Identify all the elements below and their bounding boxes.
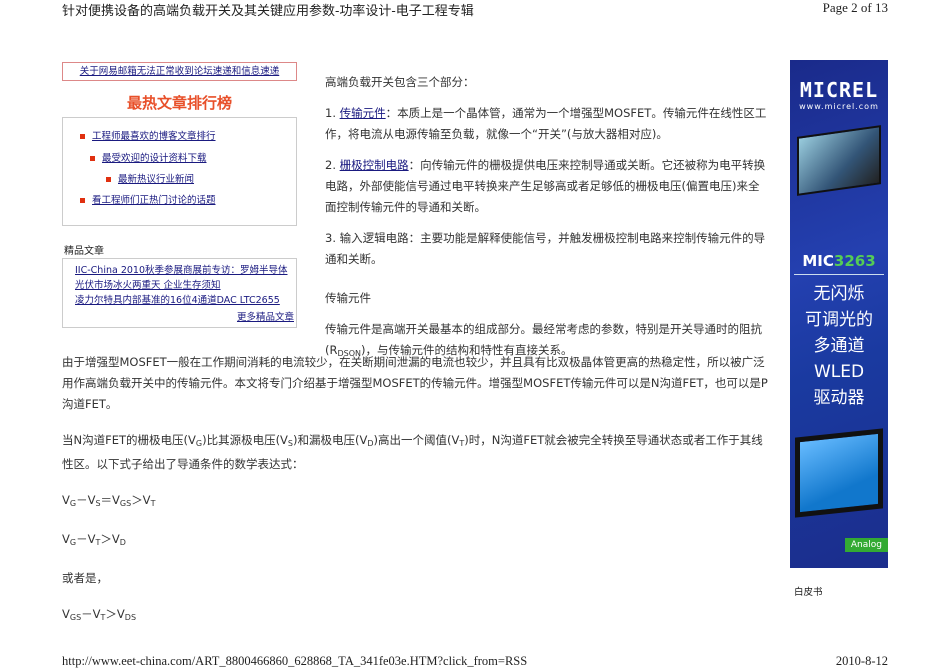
text-segment: ＞V bbox=[105, 607, 125, 621]
text-segment: －V bbox=[76, 532, 96, 546]
hot-item-link[interactable]: 最受欢迎的设计资料下载 bbox=[102, 153, 207, 164]
hot-item: 看工程师们正热门讨论的话题 bbox=[80, 192, 216, 206]
pass-element-link[interactable]: 传输元件 bbox=[340, 106, 386, 120]
main-column: 高端负载开关包含三个部分： 1. 传输元件：本质上是一个晶体管，通常为一个增强型… bbox=[325, 72, 770, 374]
text-segment: )高出一个阈值(V bbox=[373, 433, 460, 447]
ad-model: MIC3263 bbox=[794, 252, 884, 275]
subscript: T bbox=[150, 499, 156, 508]
text-segment: V bbox=[62, 493, 70, 507]
paragraph-2: 2. 栅极控制电路：向传输元件的栅极提供电压来控制导通或关断。它还被称为电平转换… bbox=[325, 158, 766, 214]
formula-2: VG－VT＞VD bbox=[62, 529, 772, 553]
page-number: Page 2 of 13 bbox=[822, 0, 888, 15]
text-segment: )和漏极电压(V bbox=[293, 433, 368, 447]
notice-link[interactable]: 关于网易邮箱无法正常收到论坛速递和信息速递 bbox=[80, 66, 280, 77]
subscript: GS bbox=[69, 613, 82, 622]
analog-tag: Analog bbox=[844, 538, 888, 552]
hot-item-link[interactable]: 工程师最喜欢的博客文章排行 bbox=[92, 131, 216, 142]
featured-link[interactable]: IIC-China 2010秋季参展商展前专访：罗姆半导体 bbox=[75, 262, 288, 276]
text-segment: －V bbox=[81, 607, 101, 621]
featured-label: 精品文章 bbox=[64, 246, 104, 257]
bullet-icon bbox=[80, 198, 85, 203]
section-heading: 传输元件 bbox=[325, 291, 371, 305]
notice-box: 关于网易邮箱无法正常收到论坛速递和信息速递 bbox=[62, 62, 297, 81]
featured-box: IIC-China 2010秋季参展商展前专访：罗姆半导体 光伏市场冰火两重天 … bbox=[62, 258, 297, 328]
footer-url: http://www.eet-china.com/ART_8800466860_… bbox=[62, 654, 528, 668]
footer-date: 2010-8-12 bbox=[835, 654, 888, 668]
body-text: 由于增强型MOSFET一般在工作期间消耗的电流较少，在关断期间泄漏的电流也较少，… bbox=[62, 352, 772, 643]
featured-link[interactable]: 光伏市场冰火两重天 企业生存须知 bbox=[75, 277, 221, 291]
text-segment: V bbox=[62, 532, 70, 546]
paragraph-5: 由于增强型MOSFET一般在工作期间消耗的电流较少，在关断期间泄漏的电流也较少，… bbox=[62, 355, 768, 411]
text-segment: ＝V bbox=[100, 493, 120, 507]
paragraph-3: 3. 输入逻辑电路：主要功能是解释使能信号，并触发栅极控制电路来控制传输元件的导… bbox=[325, 231, 766, 266]
micrel-logo: MICREL bbox=[799, 78, 879, 102]
gate-control-link[interactable]: 栅极控制电路 bbox=[340, 158, 409, 172]
text-segment: ＞V bbox=[131, 493, 151, 507]
featured-link[interactable]: 凌力尔特具内部基准的16位4通道DAC LTC2655 bbox=[75, 292, 280, 306]
paragraph-6: 当N沟道FET的栅极电压(VG)比其源极电压(VS)和漏极电压(VD)高出一个阈… bbox=[62, 430, 772, 475]
tv-image bbox=[795, 428, 883, 518]
formula-1: VG－VS＝VGS＞VT bbox=[62, 490, 772, 514]
ad-url: www.micrel.com bbox=[799, 102, 879, 111]
subscript: DS bbox=[124, 613, 137, 622]
bullet-icon bbox=[106, 177, 111, 182]
whitepaper-label: 白皮书 bbox=[794, 587, 823, 598]
text-segment: )比其源极电压(V bbox=[202, 433, 288, 447]
hot-item: 工程师最喜欢的博客文章排行 bbox=[80, 128, 216, 142]
hot-item: 最受欢迎的设计资料下载 bbox=[90, 150, 207, 164]
subscript: GS bbox=[119, 499, 132, 508]
document-title: 针对便携设备的高端负载开关及其关键应用参数-功率设计-电子工程专辑 bbox=[62, 4, 474, 19]
subscript: D bbox=[119, 538, 126, 547]
formula-3: VGS－VT＞VDS bbox=[62, 604, 772, 628]
text-segment: ＞V bbox=[100, 532, 120, 546]
more-featured-link[interactable]: 更多精品文章 bbox=[237, 309, 294, 323]
hot-articles-box: 工程师最喜欢的博客文章排行 最受欢迎的设计资料下载 最新热议行业新闻 看工程师们… bbox=[62, 117, 297, 226]
micrel-advertisement[interactable]: MICREL www.micrel.com MIC3263 无闪烁 可调光的 多通道… bbox=[790, 60, 888, 568]
bullet-icon bbox=[90, 156, 95, 161]
text-segment: －V bbox=[76, 493, 96, 507]
text-segment: V bbox=[62, 607, 70, 621]
bullet-icon bbox=[80, 134, 85, 139]
intro-text: 高端负载开关包含三个部分： bbox=[325, 75, 475, 89]
text-segment: 当N沟道FET的栅极电压(V bbox=[62, 433, 196, 447]
hot-item: 最新热议行业新闻 bbox=[106, 171, 194, 185]
hot-item-link[interactable]: 最新热议行业新闻 bbox=[118, 174, 194, 185]
ad-slogan: 无闪烁 可调光的 多通道 WLED 驱动器 bbox=[805, 284, 873, 408]
hot-articles-title: 最热文章排行榜 bbox=[126, 94, 232, 112]
hot-item-link[interactable]: 看工程师们正热门讨论的话题 bbox=[92, 195, 216, 206]
paragraph-1: 1. 传输元件：本质上是一个晶体管，通常为一个增强型MOSFET。传输元件在线性… bbox=[325, 106, 767, 141]
laptop-image bbox=[797, 125, 881, 196]
or-text: 或者是， bbox=[62, 571, 108, 585]
